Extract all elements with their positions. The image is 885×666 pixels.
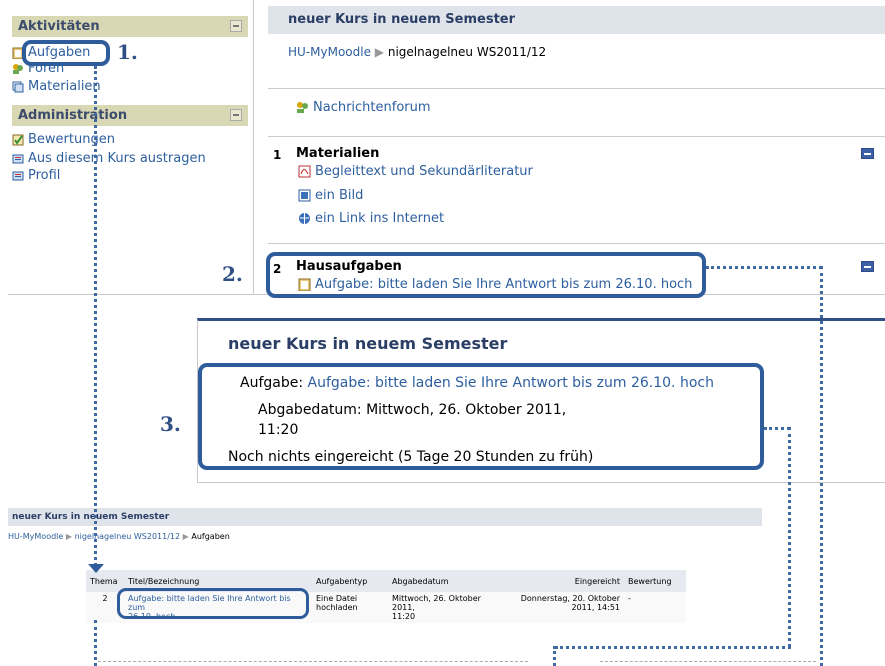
breadcrumb-home[interactable]: HU-MyMoodle bbox=[288, 45, 371, 59]
highlight-box-4 bbox=[117, 588, 309, 619]
divider bbox=[268, 136, 885, 137]
breadcrumb-page: Aufgaben bbox=[191, 532, 230, 541]
highlight-box-1 bbox=[22, 40, 110, 66]
image-icon bbox=[298, 189, 311, 202]
resource-link[interactable]: Begleittext und Sekundärliteratur bbox=[298, 164, 533, 179]
collapse-block-icon[interactable] bbox=[230, 109, 242, 121]
sidebar-item-profil[interactable]: Profil bbox=[12, 168, 60, 184]
breadcrumb-separator-icon: ▶ bbox=[182, 532, 189, 541]
step-label-3: 3. bbox=[160, 412, 181, 436]
connector-line bbox=[764, 427, 790, 430]
forum-icon bbox=[13, 64, 23, 74]
highlight-box-3 bbox=[198, 363, 764, 470]
collapse-topic-icon[interactable] bbox=[861, 261, 874, 272]
column-header[interactable]: Eingereicht bbox=[506, 570, 624, 592]
pdf-icon bbox=[298, 165, 311, 178]
connector-line bbox=[706, 266, 822, 269]
forum-link[interactable]: Nachrichtenforum bbox=[297, 100, 431, 115]
step-label-2: 2. bbox=[222, 262, 243, 286]
arrow-down-icon bbox=[88, 564, 104, 573]
connector-line bbox=[788, 427, 791, 647]
sidebar-item-bewertungen[interactable]: Bewertungen bbox=[12, 132, 115, 148]
web-link-icon bbox=[299, 213, 310, 224]
connector-line bbox=[94, 66, 97, 566]
page-title: neuer Kurs in neuem Semester bbox=[268, 6, 885, 34]
topic-title: Materialien bbox=[296, 146, 380, 161]
collapse-block-icon[interactable] bbox=[230, 20, 242, 32]
connector-line bbox=[555, 646, 791, 649]
topic-number: 1 bbox=[273, 148, 282, 162]
collapse-topic-icon[interactable] bbox=[861, 148, 874, 159]
column-header[interactable]: Aufgabentyp bbox=[312, 570, 388, 592]
administration-block-header: Administration bbox=[12, 105, 248, 126]
forum-icon bbox=[297, 102, 308, 113]
cell-type: Eine Datei hochladen bbox=[312, 592, 388, 623]
grades-icon bbox=[12, 134, 24, 146]
page-title: neuer Kurs in neuem Semester bbox=[228, 334, 508, 353]
breadcrumb-separator-icon: ▶ bbox=[374, 45, 385, 59]
breadcrumb-home[interactable]: HU-MyMoodle bbox=[8, 532, 63, 541]
cell-due: Mittwoch, 26. Oktober 2011, 11:20 bbox=[388, 592, 506, 623]
connector-line bbox=[600, 661, 816, 662]
highlight-box-2 bbox=[266, 252, 706, 298]
breadcrumb: HU-MyMoodle ▶ nigelnagelneu WS2011/12 ▶ … bbox=[8, 532, 230, 541]
breadcrumb: HU-MyMoodle ▶ nigelnagelneu WS2011/12 bbox=[288, 45, 546, 59]
breadcrumb-separator-icon: ▶ bbox=[65, 532, 73, 541]
profile-icon bbox=[12, 171, 24, 181]
cell-grade: - bbox=[624, 592, 686, 623]
breadcrumb-course[interactable]: nigelnagelneu WS2011/12 bbox=[75, 532, 181, 541]
column-header[interactable]: Bewertung bbox=[624, 570, 686, 592]
activities-block-header: Aktivitäten bbox=[12, 16, 248, 37]
connector-line bbox=[553, 646, 556, 666]
step-label-1: 1. bbox=[117, 40, 138, 64]
sidebar-item-austragen[interactable]: Aus diesem Kurs austragen bbox=[12, 151, 206, 167]
connector-line bbox=[94, 620, 97, 666]
column-header[interactable]: Thema bbox=[86, 570, 124, 592]
sidebar-item-materialien[interactable]: Materialien bbox=[12, 79, 101, 95]
column-header[interactable]: Abgabedatum bbox=[388, 570, 506, 592]
resource-icon bbox=[12, 81, 24, 93]
connector-line bbox=[98, 661, 528, 662]
cell-submitted: Donnerstag, 20. Oktober 2011, 14:51 bbox=[506, 592, 624, 623]
breadcrumb-course[interactable]: nigelnagelneu WS2011/12 bbox=[388, 45, 546, 59]
unenrol-icon bbox=[12, 154, 24, 164]
divider bbox=[268, 243, 885, 244]
page-title: neuer Kurs in neuem Semester bbox=[8, 508, 762, 526]
divider bbox=[268, 88, 885, 89]
resource-link[interactable]: ein Link ins Internet bbox=[299, 211, 444, 226]
resource-link[interactable]: ein Bild bbox=[298, 188, 363, 203]
connector-line bbox=[820, 266, 823, 666]
